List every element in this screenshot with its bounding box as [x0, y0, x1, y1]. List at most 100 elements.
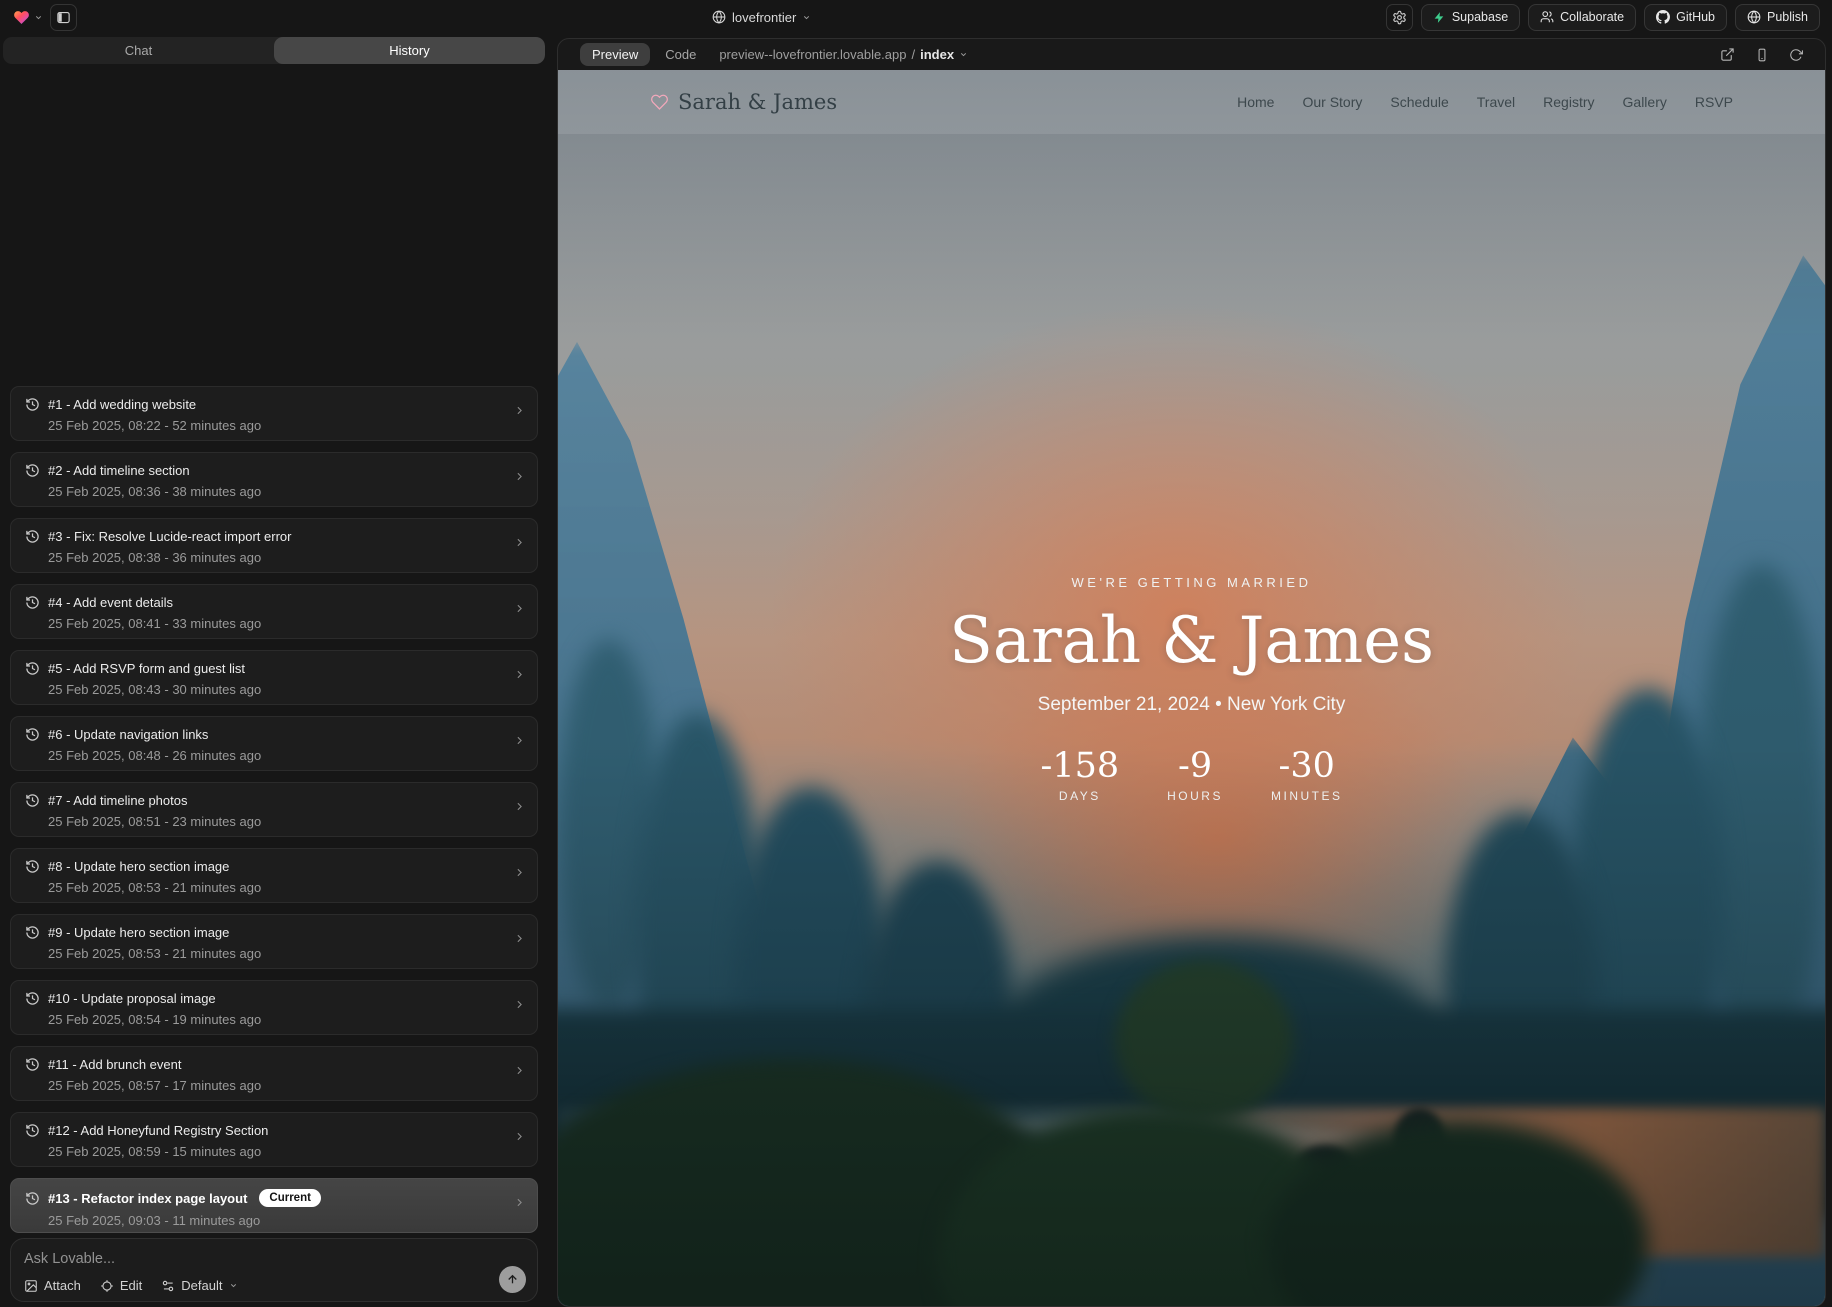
hero-eyebrow: WE'RE GETTING MARRIED [558, 575, 1825, 590]
nav-link-travel[interactable]: Travel [1477, 94, 1515, 110]
ask-lovable-input[interactable] [24, 1251, 374, 1267]
hero-date-location: September 21, 2024 • New York City [558, 694, 1825, 716]
history-item[interactable]: #10 - Update proposal image 25 Feb 2025,… [10, 980, 538, 1035]
site-header: Sarah & James Home Our Story Schedule Tr… [558, 70, 1825, 134]
chevron-down-icon [959, 50, 968, 59]
image-icon [24, 1279, 38, 1293]
chevron-right-icon [513, 866, 526, 879]
history-icon [25, 463, 40, 478]
history-icon [25, 925, 40, 940]
refresh-button[interactable] [1789, 48, 1803, 62]
tab-history[interactable]: History [274, 37, 545, 64]
history-item-time: 25 Feb 2025, 08:53 - 21 minutes ago [48, 880, 507, 895]
history-item-title: #13 - Refactor index page layout [48, 1191, 247, 1206]
chevron-right-icon [513, 668, 526, 681]
history-icon [25, 1191, 40, 1206]
history-item[interactable]: #2 - Add timeline section 25 Feb 2025, 0… [10, 452, 538, 507]
history-item[interactable]: #3 - Fix: Resolve Lucide-react import er… [10, 518, 538, 573]
publish-button[interactable]: Publish [1735, 4, 1820, 31]
tab-chat[interactable]: Chat [3, 37, 274, 64]
history-icon [25, 991, 40, 1006]
countdown-days: -158 DAYS [1041, 746, 1120, 803]
sidebar-toggle-button[interactable] [50, 4, 77, 31]
countdown-minutes: -30 MINUTES [1271, 746, 1343, 803]
chevron-right-icon [513, 1064, 526, 1077]
countdown-days-value: -158 [1041, 746, 1120, 786]
publish-globe-icon [1747, 10, 1761, 24]
nav-link-gallery[interactable]: Gallery [1623, 94, 1667, 110]
history-item-time: 25 Feb 2025, 08:41 - 33 minutes ago [48, 616, 507, 631]
sidebar-tabbar: Chat History [3, 37, 545, 64]
history-icon [25, 859, 40, 874]
history-item-time: 25 Feb 2025, 09:03 - 11 minutes ago [48, 1213, 507, 1228]
target-icon [100, 1279, 114, 1293]
nav-link-schedule[interactable]: Schedule [1390, 94, 1448, 110]
history-item[interactable]: #1 - Add wedding website 25 Feb 2025, 08… [10, 386, 538, 441]
history-item-title: #8 - Update hero section image [48, 859, 229, 874]
edit-label: Edit [120, 1278, 142, 1293]
nav-link-rsvp[interactable]: RSVP [1695, 94, 1733, 110]
history-item[interactable]: #9 - Update hero section image 25 Feb 20… [10, 914, 538, 969]
site-nav: Home Our Story Schedule Travel Registry … [1237, 94, 1733, 110]
history-item[interactable]: #11 - Add brunch event 25 Feb 2025, 08:5… [10, 1046, 538, 1101]
history-icon [25, 661, 40, 676]
collaborate-button[interactable]: Collaborate [1528, 4, 1636, 31]
history-item-title: #2 - Add timeline section [48, 463, 190, 478]
history-item[interactable]: #4 - Add event details 25 Feb 2025, 08:4… [10, 584, 538, 639]
history-item[interactable]: #7 - Add timeline photos 25 Feb 2025, 08… [10, 782, 538, 837]
model-label: Default [181, 1278, 222, 1293]
open-external-button[interactable] [1720, 47, 1735, 62]
site-logo[interactable]: Sarah & James [650, 90, 837, 114]
countdown-hours-value: -9 [1167, 746, 1223, 786]
preview-url[interactable]: preview--lovefrontier.lovable.app / inde… [719, 47, 968, 62]
chevron-right-icon [513, 734, 526, 747]
countdown-minutes-value: -30 [1271, 746, 1343, 786]
tab-code[interactable]: Code [665, 47, 696, 62]
sliders-icon [161, 1279, 175, 1293]
attach-button[interactable]: Attach [24, 1278, 81, 1293]
history-item-time: 25 Feb 2025, 08:43 - 30 minutes ago [48, 682, 507, 697]
history-item-time: 25 Feb 2025, 08:48 - 26 minutes ago [48, 748, 507, 763]
history-item-title: #1 - Add wedding website [48, 397, 196, 412]
history-icon [25, 793, 40, 808]
history-item-time: 25 Feb 2025, 08:36 - 38 minutes ago [48, 484, 507, 499]
chevron-down-icon [229, 1281, 238, 1290]
supabase-icon [1433, 11, 1446, 24]
history-item-title: #6 - Update navigation links [48, 727, 208, 742]
countdown-days-label: DAYS [1041, 789, 1120, 803]
history-item-current[interactable]: #13 - Refactor index page layout Current… [10, 1178, 538, 1233]
nav-link-home[interactable]: Home [1237, 94, 1274, 110]
url-page: index [920, 47, 954, 62]
send-button[interactable] [499, 1266, 526, 1293]
history-item[interactable]: #12 - Add Honeyfund Registry Section 25 … [10, 1112, 538, 1167]
nav-link-registry[interactable]: Registry [1543, 94, 1594, 110]
project-switcher[interactable]: lovefrontier [712, 0, 811, 34]
history-item-time: 25 Feb 2025, 08:51 - 23 minutes ago [48, 814, 507, 829]
current-badge: Current [259, 1189, 321, 1207]
github-button[interactable]: GitHub [1644, 4, 1727, 31]
globe-icon [712, 10, 726, 24]
history-icon [25, 727, 40, 742]
publish-label: Publish [1767, 10, 1808, 24]
edit-mode-button[interactable]: Edit [100, 1278, 142, 1293]
preview-toolbar: Preview Code preview--lovefrontier.lovab… [558, 39, 1825, 70]
history-item[interactable]: #5 - Add RSVP form and guest list 25 Feb… [10, 650, 538, 705]
collaborate-label: Collaborate [1560, 10, 1624, 24]
chevron-right-icon [513, 1130, 526, 1143]
history-icon [25, 397, 40, 412]
model-selector[interactable]: Default [161, 1278, 238, 1293]
mobile-view-button[interactable] [1755, 48, 1769, 62]
history-icon [25, 1123, 40, 1138]
tab-preview[interactable]: Preview [580, 43, 650, 66]
nav-link-our-story[interactable]: Our Story [1302, 94, 1362, 110]
supabase-label: Supabase [1452, 10, 1508, 24]
history-item-title: #5 - Add RSVP form and guest list [48, 661, 245, 676]
history-item[interactable]: #6 - Update navigation links 25 Feb 2025… [10, 716, 538, 771]
site-viewport: Sarah & James Home Our Story Schedule Tr… [558, 70, 1825, 1306]
settings-button[interactable] [1386, 4, 1413, 31]
supabase-button[interactable]: Supabase [1421, 4, 1520, 31]
tab-history-label: History [389, 43, 429, 58]
history-item[interactable]: #8 - Update hero section image 25 Feb 20… [10, 848, 538, 903]
lovable-logo-menu[interactable] [12, 9, 43, 26]
history-item-time: 25 Feb 2025, 08:57 - 17 minutes ago [48, 1078, 507, 1093]
